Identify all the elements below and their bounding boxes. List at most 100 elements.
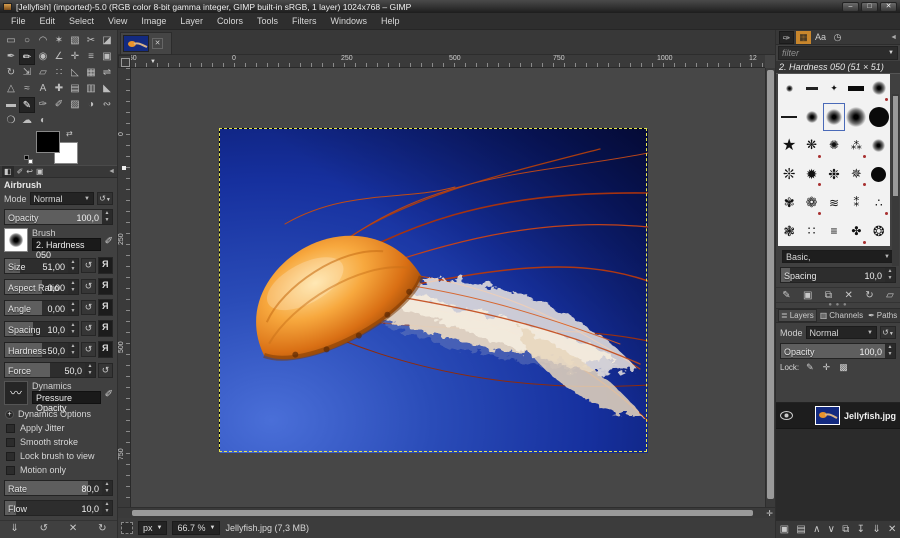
- brush-thumb-19[interactable]: [868, 160, 890, 189]
- angle-tablet-toggle[interactable]: R: [98, 299, 113, 316]
- new-layer-button[interactable]: ▣: [780, 524, 789, 535]
- force-reset-button[interactable]: ↺: [98, 363, 113, 378]
- spinner[interactable]: ▲▼: [85, 363, 95, 377]
- ellipse-select-tool[interactable]: ○: [19, 33, 35, 49]
- dynamics-preview-icon[interactable]: 〰: [4, 381, 28, 405]
- text-tool[interactable]: A: [35, 81, 51, 97]
- brush-thumb-16[interactable]: ✹: [800, 160, 822, 189]
- reset-tool-options-button[interactable]: ↻: [98, 523, 106, 534]
- size-slider[interactable]: Size 51,00 ▲▼: [4, 258, 79, 274]
- new-layer-group-button[interactable]: ▤: [796, 524, 805, 535]
- paths-tool[interactable]: ✒: [3, 49, 19, 65]
- spinner[interactable]: ▲▼: [102, 501, 112, 515]
- restore-tool-preset-button[interactable]: ↺: [40, 523, 48, 534]
- bucket-fill-tool[interactable]: ◣: [99, 81, 115, 97]
- checkbox-apply-jitter[interactable]: Apply Jitter: [0, 421, 117, 435]
- menu-item-select[interactable]: Select: [62, 14, 101, 28]
- patterns-tab[interactable]: ▦: [796, 31, 811, 44]
- document-history-tab[interactable]: ◷: [830, 31, 845, 44]
- brush-thumb-8[interactable]: [845, 103, 867, 132]
- edit-brush-icon[interactable]: ✐: [105, 228, 113, 247]
- brush-thumb-25[interactable]: ❃: [778, 217, 800, 246]
- free-select-tool[interactable]: ◠: [35, 33, 51, 49]
- hardness-tablet-toggle[interactable]: R: [98, 341, 113, 358]
- spinner[interactable]: ▲▼: [885, 344, 895, 358]
- spinner[interactable]: ▲▼: [68, 259, 78, 273]
- spacing-tablet-toggle[interactable]: R: [98, 320, 113, 337]
- brush-thumb-29[interactable]: ❂: [868, 217, 890, 246]
- canvas-image[interactable]: [219, 128, 647, 452]
- rotate-tool[interactable]: ↻: [3, 65, 19, 81]
- zoom-select[interactable]: 66.7 % ▼: [172, 521, 220, 535]
- spinner[interactable]: ▲▼: [102, 481, 112, 495]
- layers-tab[interactable]: ≣Layers: [778, 309, 817, 322]
- brush-grid-scrollbar-thumb[interactable]: [893, 96, 898, 196]
- flow-slider[interactable]: Flow 10,0 ▲▼: [4, 500, 113, 516]
- menu-item-colors[interactable]: Colors: [210, 14, 250, 28]
- layer-mode-reset-button[interactable]: ↺▼: [880, 326, 896, 339]
- device-status-tab[interactable]: ✐: [17, 166, 24, 177]
- brush-thumb-21[interactable]: ❁: [800, 188, 822, 217]
- open-brush-button[interactable]: ▱: [886, 290, 894, 301]
- spinner[interactable]: ▲▼: [885, 268, 895, 282]
- brush-thumb-0[interactable]: [778, 74, 800, 103]
- brush-name-value[interactable]: 2. Hardness 050: [32, 238, 101, 251]
- save-tool-preset-button[interactable]: ⇓: [10, 523, 18, 534]
- navigation-preview-button[interactable]: ✛: [766, 509, 773, 518]
- brush-thumb-13[interactable]: ⁂: [845, 131, 867, 160]
- force-slider[interactable]: Force 50,0 ▲▼: [4, 362, 96, 378]
- lock-pixels-icon[interactable]: ✎: [806, 362, 814, 373]
- layer-opacity-slider[interactable]: Opacity 100,0 ▲▼: [780, 343, 896, 359]
- brush-thumb-26[interactable]: ∷: [800, 217, 822, 246]
- brush-thumb-11[interactable]: ❋: [800, 131, 822, 160]
- size-reset-button[interactable]: ↺: [81, 258, 96, 273]
- menu-item-edit[interactable]: Edit: [33, 14, 63, 28]
- menu-item-windows[interactable]: Windows: [323, 14, 374, 28]
- dynamics-value[interactable]: Pressure Opacity: [32, 391, 101, 404]
- minimize-button[interactable]: –: [842, 2, 859, 12]
- ruler-corner-button[interactable]: [118, 55, 131, 68]
- brush-thumb-27[interactable]: ≡: [823, 217, 845, 246]
- ink-tool[interactable]: ✑: [35, 97, 51, 113]
- gradient-tool[interactable]: ▨: [67, 97, 83, 113]
- dodge-burn-tool[interactable]: ◑: [83, 97, 99, 113]
- menu-item-filters[interactable]: Filters: [285, 14, 324, 28]
- vertical-ruler[interactable]: 0250500750: [118, 68, 131, 507]
- fuzzy-select-tool[interactable]: ✶: [51, 33, 67, 49]
- horizontal-scrollbar-thumb[interactable]: [132, 510, 753, 516]
- raise-layer-button[interactable]: ∧: [813, 524, 820, 535]
- spinner[interactable]: ▲▼: [68, 343, 78, 357]
- perspective-clone-tool[interactable]: ▥: [83, 81, 99, 97]
- clone-tool[interactable]: ▤: [67, 81, 83, 97]
- collapse-dock-icon[interactable]: ◄: [108, 168, 115, 175]
- images-tab[interactable]: ▣: [36, 166, 44, 177]
- measure-tool[interactable]: ∠: [51, 49, 67, 65]
- new-brush-button[interactable]: ▣: [803, 290, 812, 301]
- scale-tool[interactable]: ⇲: [19, 65, 35, 81]
- edit-dynamics-icon[interactable]: ✐: [105, 381, 113, 400]
- scissors-select-tool[interactable]: ✂: [83, 33, 99, 49]
- foreground-select-tool[interactable]: ◪: [99, 33, 115, 49]
- menu-item-help[interactable]: Help: [374, 14, 407, 28]
- brush-spacing-slider[interactable]: Spacing 10,0 ▲▼: [780, 267, 896, 283]
- maximize-button[interactable]: □: [861, 2, 878, 12]
- refresh-brushes-button[interactable]: ↻: [865, 290, 873, 301]
- brush-thumb-12[interactable]: ✺: [823, 131, 845, 160]
- brush-preview[interactable]: [4, 228, 28, 252]
- hardness-reset-button[interactable]: ↺: [81, 342, 96, 357]
- angle-slider[interactable]: Angle 0,00 ▲▼: [4, 300, 79, 316]
- duplicate-brush-button[interactable]: ⧉: [825, 290, 832, 301]
- collapse-dock-icon[interactable]: ◄: [890, 34, 897, 41]
- dynamics-options-expander[interactable]: + Dynamics Options: [0, 407, 117, 421]
- menu-item-file[interactable]: File: [4, 14, 33, 28]
- brush-thumb-1[interactable]: [800, 74, 822, 103]
- zoom-tool[interactable]: ◉: [35, 49, 51, 65]
- perspective-tool[interactable]: ◺: [67, 65, 83, 81]
- canvas-viewport[interactable]: [131, 68, 765, 507]
- spinner[interactable]: ▲▼: [68, 301, 78, 315]
- close-icon[interactable]: ✕: [152, 38, 163, 49]
- brush-thumb-4[interactable]: [868, 74, 890, 103]
- horizontal-scrollbar[interactable]: ✛: [118, 507, 775, 518]
- handle-transform-tool[interactable]: ∷: [51, 65, 67, 81]
- checkbox-lock-brush-to-view[interactable]: Lock brush to view: [0, 449, 117, 463]
